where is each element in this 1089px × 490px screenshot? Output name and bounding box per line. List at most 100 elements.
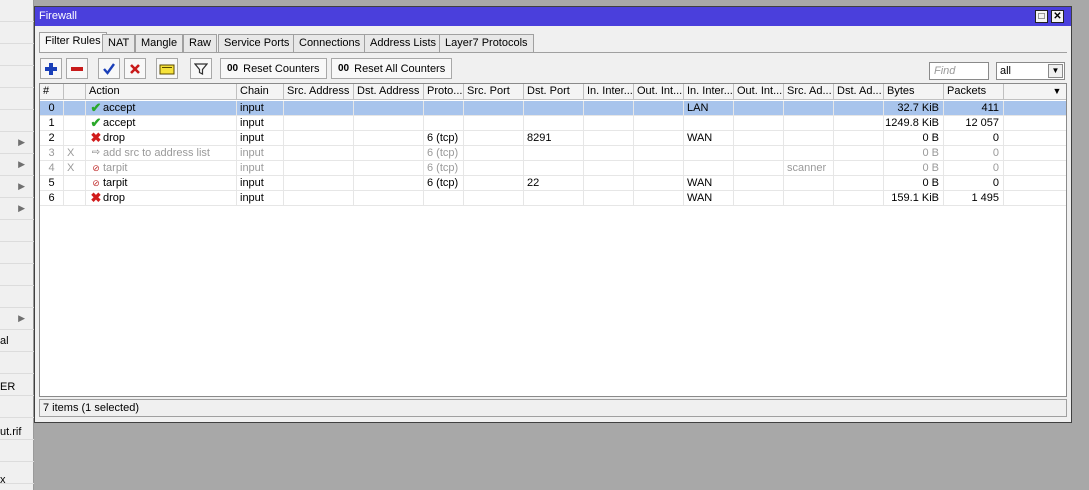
- sidebar-row[interactable]: ▶: [0, 308, 34, 330]
- col-header-in-interface-list[interactable]: In. Inter...: [684, 84, 734, 100]
- col-header-chain[interactable]: Chain: [237, 84, 284, 100]
- columns-menu-icon[interactable]: ▼: [1048, 84, 1066, 100]
- enable-button[interactable]: [98, 58, 120, 79]
- cell-packets: 1 495: [944, 191, 1004, 206]
- submenu-arrow-icon: ▶: [18, 313, 25, 323]
- tab-mangle[interactable]: Mangle: [135, 34, 184, 52]
- tarpit-icon: ⊘: [92, 178, 100, 189]
- find-input[interactable]: Find: [929, 62, 989, 80]
- sidebar-row[interactable]: ▶: [0, 132, 34, 154]
- action-label: accept: [103, 102, 136, 114]
- cell-dst-port: [524, 191, 584, 206]
- cell-src-address-list: [784, 116, 834, 131]
- col-header-dst-port[interactable]: Dst. Port: [524, 84, 584, 100]
- comment-button[interactable]: [156, 58, 178, 79]
- sidebar-row[interactable]: [0, 66, 34, 88]
- disable-button[interactable]: [124, 58, 146, 79]
- col-header-src-port[interactable]: Src. Port: [464, 84, 524, 100]
- sidebar-row[interactable]: [0, 396, 34, 418]
- table-row[interactable]: 4 X ⊘ tarpit input 6 (tcp) scanner 0 B0: [40, 161, 1066, 176]
- sidebar-row[interactable]: ER: [0, 374, 34, 396]
- reset-counters-button[interactable]: 00 Reset Counters: [220, 58, 327, 79]
- cell-chain: input: [237, 101, 284, 116]
- remove-button[interactable]: [66, 58, 88, 79]
- sidebar-row[interactable]: [0, 0, 34, 22]
- col-header-bytes[interactable]: Bytes: [884, 84, 944, 100]
- firewall-window: Firewall □ ✕ Filter Rules NAT Mangle Raw…: [34, 6, 1072, 423]
- sidebar-row[interactable]: [0, 220, 34, 242]
- cell-flags: [64, 191, 86, 206]
- col-header-action[interactable]: Action: [86, 84, 237, 100]
- close-icon[interactable]: ✕: [1051, 10, 1064, 23]
- col-header-number[interactable]: #: [40, 84, 64, 100]
- cell-src-address-list: [784, 146, 834, 161]
- cell-in-interface-list: [684, 116, 734, 131]
- col-header-out-interface-list[interactable]: Out. Int...: [734, 84, 784, 100]
- filter-select[interactable]: all ▼: [996, 62, 1065, 80]
- cell-dst-address-list: [834, 176, 884, 191]
- sidebar-row[interactable]: [0, 88, 34, 110]
- table-row[interactable]: 5 ⊘ tarpit input 6 (tcp) 22 WAN 0 B0: [40, 176, 1066, 191]
- cell-in-interface: [584, 161, 634, 176]
- sidebar-row[interactable]: x: [0, 462, 34, 486]
- sidebar-row[interactable]: [0, 22, 34, 44]
- filter-button[interactable]: [190, 58, 212, 79]
- cell-src-port: [464, 131, 524, 146]
- sidebar-item-label: al: [0, 335, 9, 347]
- reset-counters-label: Reset Counters: [243, 62, 320, 75]
- sidebar-row[interactable]: [0, 352, 34, 374]
- col-header-dst-address-list[interactable]: Dst. Ad...: [834, 84, 884, 100]
- sidebar-row[interactable]: ▶: [0, 176, 34, 198]
- cell-out-interface: [634, 101, 684, 116]
- tab-connections[interactable]: Connections: [293, 34, 367, 52]
- sidebar-row[interactable]: al: [0, 330, 34, 352]
- cell-packets: 0: [944, 176, 1004, 191]
- col-header-out-interface[interactable]: Out. Int...: [634, 84, 684, 100]
- cell-out-interface: [634, 191, 684, 206]
- col-header-protocol[interactable]: Proto...: [424, 84, 464, 100]
- sidebar-row[interactable]: ▶: [0, 154, 34, 176]
- cell-protocol: [424, 191, 464, 206]
- col-header-src-address-list[interactable]: Src. Ad...: [784, 84, 834, 100]
- table-row[interactable]: 6 ✖ drop input WAN 159.1 KiB 1 495: [40, 191, 1066, 206]
- col-header-flags[interactable]: [64, 84, 86, 100]
- sidebar-row[interactable]: [0, 110, 34, 132]
- cell-src-port: [464, 191, 524, 206]
- tab-raw[interactable]: Raw: [183, 34, 218, 52]
- table-row[interactable]: 3 X ⇨ add src to address list input 6 (tcp) 0 …: [40, 146, 1066, 161]
- sidebar-item-label: x: [0, 474, 6, 486]
- cell-flags: [64, 176, 86, 191]
- cell-action: ✔ accept: [86, 116, 237, 131]
- cell-out-interface-list: [734, 116, 784, 131]
- tab-address-lists[interactable]: Address Lists: [364, 34, 443, 52]
- sidebar-row[interactable]: [0, 286, 34, 308]
- restore-icon[interactable]: □: [1035, 10, 1048, 23]
- reset-all-counters-button[interactable]: 00 Reset All Counters: [331, 58, 453, 79]
- sidebar-row[interactable]: [0, 44, 34, 66]
- table-row[interactable]: 0 ✔ accept input LAN 32.7 KiB 411: [40, 101, 1066, 116]
- chevron-down-icon[interactable]: ▼: [1048, 64, 1063, 78]
- col-header-src-address[interactable]: Src. Address: [284, 84, 354, 100]
- sidebar-row[interactable]: [0, 242, 34, 264]
- tab-filter-rules[interactable]: Filter Rules: [39, 32, 107, 53]
- cell-dst-port: [524, 161, 584, 176]
- cell-src-address-list: [784, 191, 834, 206]
- tab-layer7-protocols[interactable]: Layer7 Protocols: [439, 34, 534, 52]
- col-header-packets[interactable]: Packets: [944, 84, 1004, 100]
- col-header-dst-address[interactable]: Dst. Address: [354, 84, 424, 100]
- col-header-in-interface[interactable]: In. Inter...: [584, 84, 634, 100]
- check-icon: [103, 62, 115, 75]
- cell-in-interface-list: WAN: [684, 131, 734, 146]
- sidebar-row[interactable]: [0, 440, 34, 462]
- sidebar-row[interactable]: ▶: [0, 198, 34, 220]
- tab-service-ports[interactable]: Service Ports: [218, 34, 296, 52]
- sidebar-row[interactable]: ut.rif: [0, 418, 34, 440]
- add-button[interactable]: [40, 58, 62, 79]
- cell-out-interface-list: [734, 161, 784, 176]
- table-row[interactable]: 2 ✖ drop input 6 (tcp) 8291 WAN 0 B0: [40, 131, 1066, 146]
- tab-nat[interactable]: NAT: [102, 34, 136, 52]
- table-row[interactable]: 1 ✔ accept input 1249.8 KiB 12 057: [40, 116, 1066, 131]
- window-titlebar[interactable]: Firewall □ ✕: [35, 7, 1071, 26]
- cell-src-port: [464, 116, 524, 131]
- sidebar-row[interactable]: [0, 264, 34, 286]
